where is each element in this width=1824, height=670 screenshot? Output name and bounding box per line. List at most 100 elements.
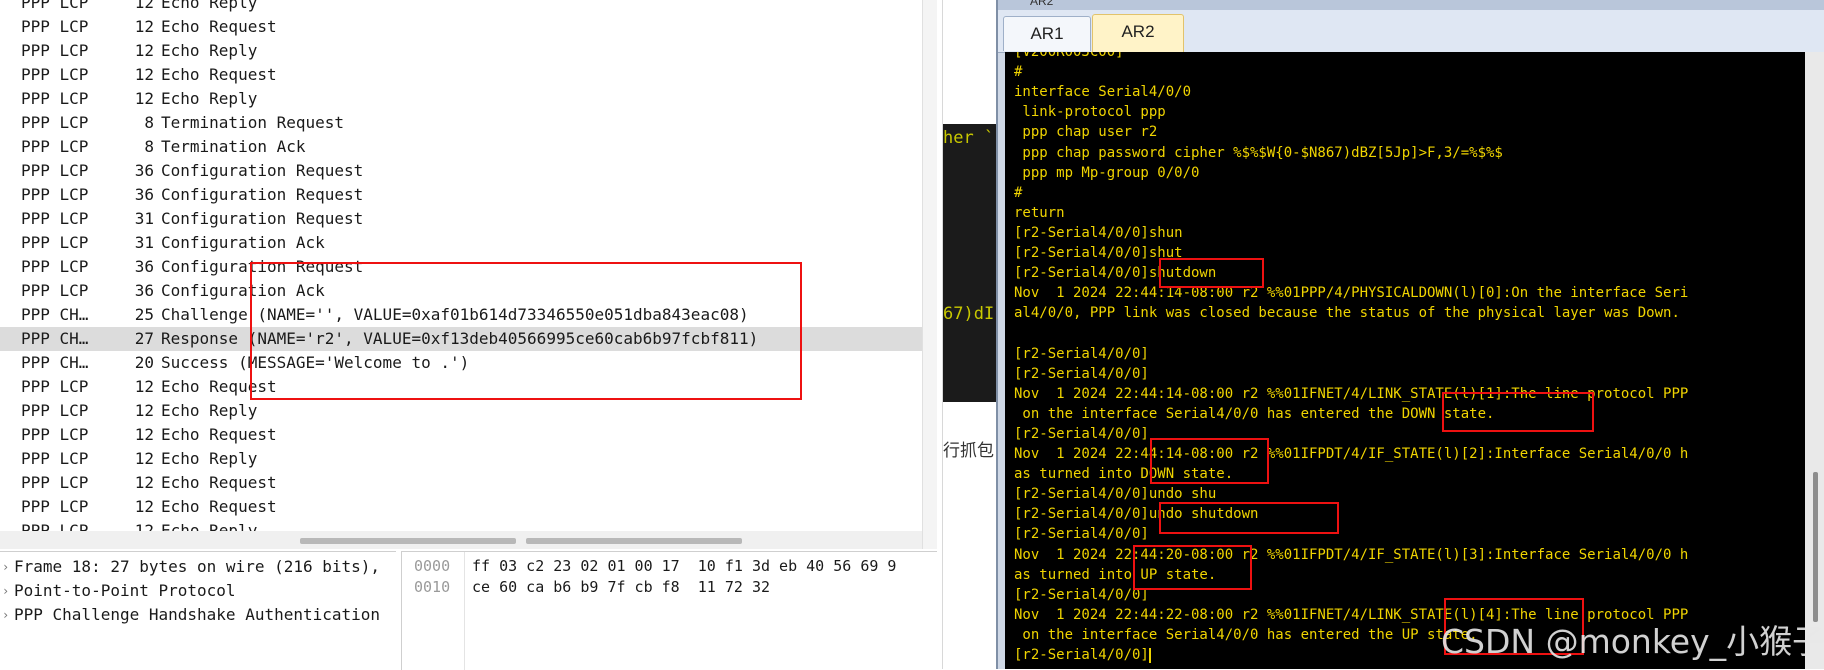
hex-bytes[interactable]: ff 03 c2 23 02 01 00 17 10 f1 3d eb 40 5… [472, 557, 896, 575]
packet-protocol: PPP LCP [21, 65, 89, 84]
terminal-line-text: on the interface Serial4/0/0 has entered… [1014, 626, 1478, 643]
window-titlebar[interactable]: AR2 [998, 0, 1824, 10]
terminal-line: [r2-Serial4/0/0] [1014, 344, 1149, 364]
packet-row[interactable]: PPP LCP 12 Echo Request [0, 423, 922, 447]
packet-length: 12 [134, 521, 154, 531]
packet-row[interactable]: PPP LCP 12 Echo Request [0, 471, 922, 495]
terminal-scrollbar-thumb[interactable] [1813, 472, 1818, 622]
packet-info: Echo Reply [161, 0, 258, 12]
packet-row[interactable]: PPP LCP 8 Termination Request [0, 111, 922, 135]
packet-row[interactable]: PPP CH… 25 Challenge (NAME='', VALUE=0xaf0… [0, 303, 922, 327]
packet-row[interactable]: PPP CH… 20 Success (MESSAGE='Welcome to .'… [0, 351, 922, 375]
terminal-line-text: Nov 1 2024 22:44:14-08:00 r2 %%01IFPDT/4… [1014, 446, 1689, 462]
tab-ar2[interactable]: AR2 [1092, 14, 1184, 52]
terminal-line: ppp chap password cipher %$%$W{0-$N867)d… [1014, 143, 1502, 163]
terminal-line: # [1014, 183, 1022, 203]
packet-protocol: PPP LCP [21, 473, 89, 492]
packet-info: Echo Request [161, 473, 277, 492]
packet-info: Echo Reply [161, 401, 258, 420]
tab-ar1[interactable]: AR1 [1003, 16, 1091, 51]
terminal-line: [r2-Serial4/0/0] [1014, 424, 1149, 444]
terminal-line-text: interface Serial4/0/0 [1014, 84, 1192, 101]
terminal-line-text: as turned into DOWN state. [1014, 466, 1234, 483]
terminal-line-text: [V200R003C00] [1014, 52, 1124, 60]
packet-protocol: PPP LCP [21, 185, 89, 204]
detail-text: PPP Challenge Handshake Authentication [14, 605, 381, 624]
terminal-line-text: Nov 1 2024 22:44:14-08:00 r2 %%01PPP/4/P… [1014, 285, 1689, 302]
packet-protocol: PPP LCP [21, 521, 89, 531]
packet-row[interactable]: PPP LCP 12 Echo Reply [0, 39, 922, 63]
packet-info: Echo Reply [161, 41, 258, 60]
expand-caret-icon[interactable]: › [2, 555, 9, 579]
packet-row[interactable]: PPP LCP 36 Configuration Request [0, 159, 922, 183]
packet-length: 8 [144, 113, 154, 132]
packet-length: 12 [134, 425, 154, 444]
expand-caret-icon[interactable]: › [2, 579, 9, 603]
packet-protocol: PPP LCP [21, 209, 89, 228]
terminal-line: ppp chap user r2 [1014, 122, 1157, 142]
packet-protocol: PPP LCP [21, 401, 89, 420]
packet-info: Echo Request [161, 17, 277, 36]
hex-offset: 0010 [414, 578, 451, 596]
terminal-line-text: # [1014, 184, 1023, 201]
terminal-line-text: [r2-Serial4/0/0] [1014, 586, 1149, 603]
terminal-line: link-protocol ppp [1014, 102, 1166, 122]
packet-row[interactable]: PPP LCP 12 Echo Reply [0, 87, 922, 111]
packet-row[interactable]: PPP LCP 12 Echo Reply [0, 0, 922, 15]
hex-bytes[interactable]: ce 60 ca b6 b9 7f cb f8 11 72 32 [472, 578, 770, 596]
terminal-line: Nov 1 2024 22:44:14-08:00 r2 %%01IFPDT/4… [1014, 444, 1688, 464]
terminal-line-text: [r2-Serial4/0/0]shun [1014, 224, 1183, 241]
packet-protocol: PPP LCP [21, 113, 89, 132]
terminal-line-text: [r2-Serial4/0/0]undo shu [1014, 486, 1217, 503]
terminal-console[interactable]: [V200R003C00] # interface Serial4/0/0 link… [1005, 52, 1805, 669]
scrollbar-thumb-left[interactable] [300, 538, 516, 544]
terminal-line: ppp mp Mp-group 0/0/0 [1014, 163, 1199, 183]
terminal-line: on the interface Serial4/0/0 has entered… [1014, 625, 1478, 645]
window-title: AR2 [1030, 0, 1054, 8]
terminal-line-text: ppp chap user r2 [1014, 124, 1158, 141]
terminal-line-text: link-protocol ppp [1014, 104, 1166, 121]
packet-row[interactable]: PPP LCP 12 Echo Request [0, 15, 922, 39]
background-terminal-fragment: her ` 67)dI [943, 124, 997, 402]
terminal-line: [r2-Serial4/0/0] [1014, 364, 1149, 384]
terminal-line: on the interface Serial4/0/0 has entered… [1014, 404, 1494, 424]
packet-row-selected[interactable]: PPP CH… 27 Response (NAME='r2', VALUE=0xf1… [0, 327, 922, 351]
packet-row[interactable]: PPP LCP 8 Termination Ack [0, 135, 922, 159]
packet-row[interactable]: PPP LCP 36 Configuration Request [0, 183, 922, 207]
packet-row[interactable]: PPP LCP 12 Echo Reply [0, 399, 922, 423]
packet-protocol: PPP LCP [21, 257, 89, 276]
terminal-line: [r2-Serial4/0/0]undo shu [1014, 484, 1216, 504]
packet-list-vertical-scrollbar[interactable] [922, 0, 937, 549]
expand-caret-icon[interactable]: › [2, 603, 9, 627]
packet-protocol: PPP LCP [21, 281, 89, 300]
packet-row[interactable]: PPP LCP 12 Echo Reply [0, 519, 922, 531]
packet-list: PPP LCP 12 Echo Reply PPP LCP 12 Echo Request… [0, 0, 922, 531]
terminal-line-text: Nov 1 2024 22:44:20-08:00 r2 %%01IFPDT/4… [1014, 546, 1689, 563]
packet-details-pane: › Frame 18: 27 bytes on wire (216 bits), ›… [0, 551, 396, 670]
packet-length: 12 [134, 473, 154, 492]
packet-row[interactable]: PPP LCP 31 Configuration Request [0, 207, 922, 231]
packet-protocol: PPP LCP [21, 497, 89, 516]
packet-row[interactable]: PPP LCP 36 Configuration Request [0, 255, 922, 279]
packet-info: Configuration Request [161, 209, 364, 228]
packet-length: 31 [134, 233, 154, 252]
packet-row[interactable]: PPP LCP 36 Configuration Ack [0, 279, 922, 303]
terminal-line: # [1014, 62, 1022, 82]
packet-row[interactable]: PPP LCP 12 Echo Request [0, 63, 922, 87]
terminal-line: [r2-Serial4/0/0]shutdown [1014, 263, 1216, 283]
packet-info: Challenge (NAME='', VALUE=0xaf01b614d733… [161, 305, 749, 324]
terminal-line-text: [r2-Serial4/0/0] [1014, 345, 1149, 362]
packet-row[interactable]: PPP LCP 31 Configuration Ack [0, 231, 922, 255]
packet-list-horizontal-scrollbar[interactable] [0, 531, 922, 549]
packet-info: Echo Reply [161, 449, 258, 468]
packet-length: 20 [134, 353, 154, 372]
packet-length: 12 [134, 0, 154, 12]
packet-row[interactable]: PPP LCP 12 Echo Request [0, 495, 922, 519]
terminal-line-text: # [1014, 64, 1023, 81]
scrollbar-thumb-right[interactable] [526, 538, 742, 544]
packet-row[interactable]: PPP LCP 12 Echo Request [0, 375, 922, 399]
packet-row[interactable]: PPP LCP 12 Echo Reply [0, 447, 922, 471]
terminal-line: [r2-Serial4/0/0] [1014, 645, 1151, 665]
background-label: 行抓包 [943, 441, 994, 460]
terminal-line-text: al4/0/0, PPP link was closed because the… [1014, 305, 1680, 322]
